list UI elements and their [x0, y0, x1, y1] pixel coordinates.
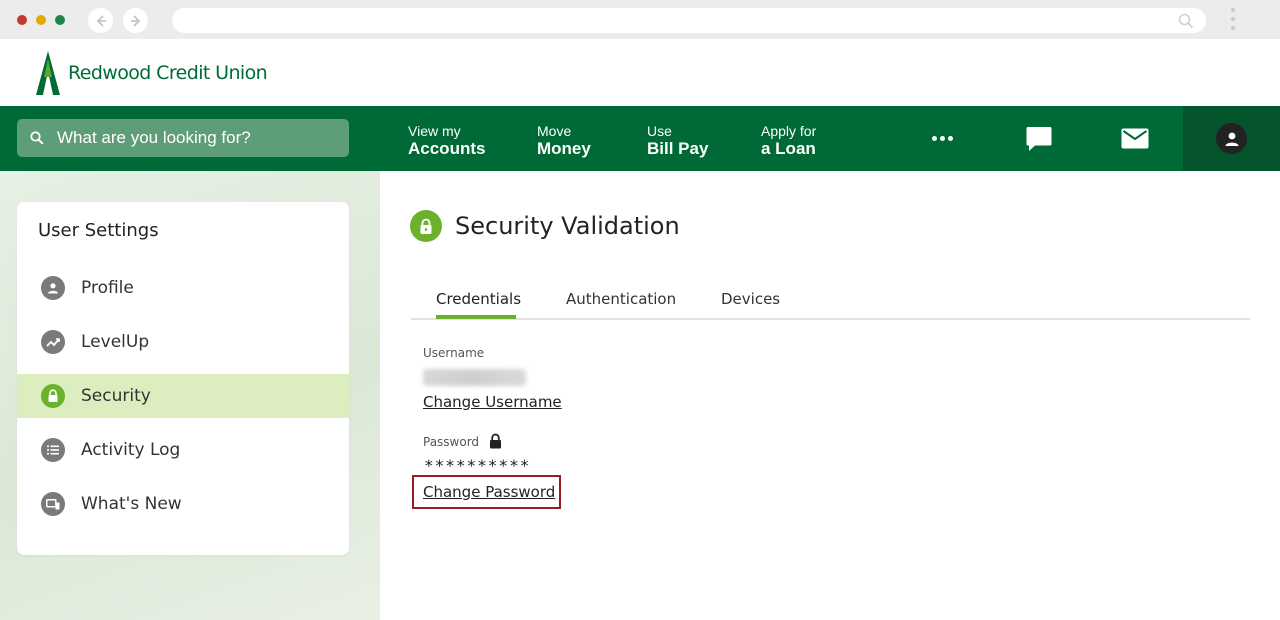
user-icon: [41, 276, 65, 300]
nav-label-line1: Move: [537, 123, 572, 139]
tab-credentials[interactable]: Credentials: [436, 290, 521, 308]
lock-icon: [410, 210, 442, 242]
main-navigation: What are you looking for? View my Accoun…: [0, 106, 1280, 171]
more-icon[interactable]: [932, 136, 953, 141]
sidebar-item-label: LevelUp: [81, 332, 150, 352]
sidebar-item-whats-new[interactable]: What's New: [17, 482, 349, 526]
brand-logo[interactable]: Redwood Credit Union: [34, 51, 268, 95]
site-header: Redwood Credit Union: [0, 39, 1280, 106]
user-icon: [1216, 123, 1247, 154]
nav-label-line2: Accounts: [408, 139, 486, 158]
window-maximize-dot[interactable]: [55, 15, 65, 25]
nav-label-line1: Use: [647, 123, 672, 139]
nav-bill-pay[interactable]: Use Bill Pay: [647, 123, 708, 159]
search-icon: [1178, 13, 1194, 34]
user-settings-card: User Settings Profile LevelUp Security A…: [17, 202, 349, 555]
window-close-dot[interactable]: [17, 15, 27, 25]
change-username-link[interactable]: Change Username: [423, 393, 562, 411]
nav-label-line2: a Loan: [761, 139, 816, 158]
sidebar-item-activity-log[interactable]: Activity Log: [17, 428, 349, 472]
active-tab-indicator: [436, 315, 516, 319]
devices-icon: [41, 492, 65, 516]
tab-authentication[interactable]: Authentication: [566, 290, 676, 308]
nav-view-accounts[interactable]: View my Accounts: [408, 123, 485, 159]
tree-logo-icon: [36, 51, 60, 95]
username-label: Username: [423, 346, 485, 360]
lock-icon: [41, 384, 65, 408]
chat-icon[interactable]: [1025, 125, 1053, 158]
search-icon: [30, 131, 44, 145]
address-bar[interactable]: [172, 8, 1206, 33]
browser-back-button[interactable]: [88, 8, 113, 33]
sidebar-item-label: Security: [81, 386, 151, 406]
security-tabs: Credentials Authentication Devices: [411, 278, 1250, 320]
trend-icon: [41, 330, 65, 354]
sidebar-item-profile[interactable]: Profile: [17, 266, 349, 310]
nav-label-line2: Bill Pay: [647, 139, 709, 158]
mail-icon[interactable]: [1121, 128, 1149, 154]
tab-devices[interactable]: Devices: [721, 290, 780, 308]
profile-menu-button[interactable]: [1183, 106, 1280, 171]
page-title: Security Validation: [455, 212, 680, 240]
lock-icon: [489, 433, 502, 454]
brand-name: Redwood Credit Union: [68, 62, 268, 84]
sidebar-item-security[interactable]: Security: [17, 374, 349, 418]
sidebar-title: User Settings: [38, 220, 159, 241]
password-value: **********: [424, 456, 531, 475]
list-icon: [41, 438, 65, 462]
arrow-right-icon: [130, 14, 140, 27]
nav-move-money[interactable]: Move Money: [537, 123, 591, 159]
highlight-outline: [412, 475, 561, 509]
browser-menu-icon[interactable]: [1228, 8, 1238, 34]
search-placeholder: What are you looking for?: [57, 128, 251, 147]
nav-label-line1: View my: [408, 123, 461, 139]
sidebar-item-label: What's New: [81, 494, 182, 514]
nav-label-line2: Money: [537, 139, 591, 158]
browser-chrome: [0, 0, 1280, 39]
sidebar-item-label: Activity Log: [81, 440, 181, 460]
search-input[interactable]: What are you looking for?: [17, 119, 349, 157]
nav-apply-loan[interactable]: Apply for a Loan: [761, 123, 816, 159]
arrow-left-icon: [96, 14, 106, 27]
username-value-redacted: [423, 369, 526, 386]
browser-forward-button[interactable]: [123, 8, 148, 33]
nav-label-line1: Apply for: [761, 123, 817, 139]
sidebar-item-label: Profile: [81, 278, 134, 298]
window-minimize-dot[interactable]: [36, 15, 46, 25]
password-label: Password: [423, 435, 480, 449]
sidebar-item-levelup[interactable]: LevelUp: [17, 320, 349, 364]
